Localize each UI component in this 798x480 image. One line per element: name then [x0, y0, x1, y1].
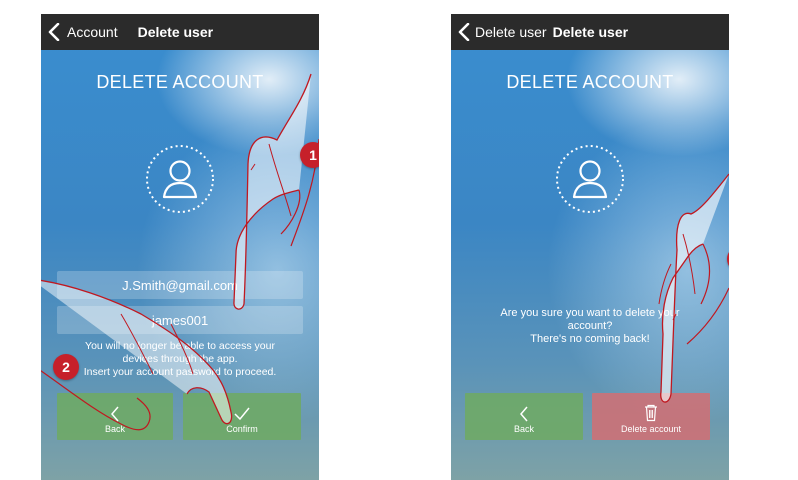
password-field[interactable]: james001	[57, 306, 303, 334]
confirm-line-2: account?	[567, 320, 613, 332]
phone-screen-confirm-delete: Delete user Delete user DELETE ACCOUNT A…	[451, 14, 729, 480]
back-button-label: Back	[513, 424, 534, 434]
top-navigation-bar: Delete user Delete user	[451, 14, 729, 50]
top-navigation-bar: Account Delete user	[41, 14, 319, 50]
page-title: DELETE ACCOUNT	[96, 72, 264, 92]
step-badge-1: 1	[300, 142, 319, 168]
chevron-left-icon	[520, 406, 528, 422]
chevron-left-icon[interactable]	[43, 14, 65, 50]
nav-title: Delete user	[137, 24, 214, 40]
step-badge-3: 3	[727, 246, 729, 272]
help-line-1: You will no longer be able to access you…	[85, 340, 275, 352]
checkmark-icon	[234, 407, 250, 421]
page-title: DELETE ACCOUNT	[506, 72, 674, 92]
back-button[interactable]: Back	[465, 393, 583, 440]
back-button-label: Back	[104, 424, 125, 434]
back-button[interactable]: Back	[57, 393, 173, 440]
confirm-line-1: Are you sure you want to delete your	[500, 307, 680, 319]
delete-account-button[interactable]: Delete account	[592, 393, 710, 440]
chevron-left-icon[interactable]	[453, 14, 475, 50]
help-line-3: Insert your account password to proceed.	[83, 366, 277, 378]
delete-account-button-label: Delete account	[620, 424, 682, 434]
phone-screen-enter-password: Account Delete user DELETE ACCOUNT J.Smi…	[41, 14, 319, 480]
step-badge-2: 2	[53, 354, 79, 380]
help-text: You will no longer be able to access you…	[51, 340, 309, 379]
nav-title: Delete user	[552, 24, 629, 40]
confirmation-message: Are you sure you want to delete your acc…	[461, 307, 719, 346]
user-avatar-icon	[143, 142, 217, 216]
confirm-button-label: Confirm	[226, 424, 258, 434]
chevron-left-icon	[111, 406, 119, 422]
nav-back-label[interactable]: Delete user	[475, 24, 547, 40]
confirm-line-3: There's no coming back!	[530, 333, 650, 345]
email-field[interactable]: J.Smith@gmail.com	[57, 271, 303, 299]
help-line-2: devices through the app.	[122, 353, 238, 365]
trash-icon	[645, 404, 657, 422]
user-avatar-icon	[553, 142, 627, 216]
confirm-button[interactable]: Confirm	[183, 393, 301, 440]
nav-back-label[interactable]: Account	[67, 24, 118, 40]
